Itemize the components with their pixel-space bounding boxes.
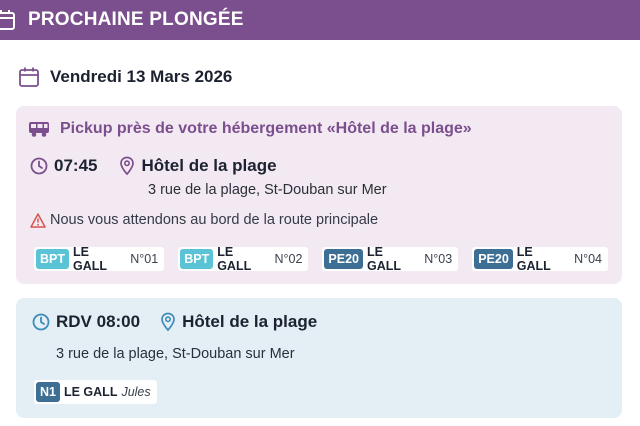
calendar-icon (19, 67, 39, 87)
diver-list: N1 LE GALL Jules (34, 380, 171, 404)
diver-chip[interactable]: PE20 LE GALL N°04 (472, 245, 608, 273)
rdv-time: RDV 08:00 (56, 312, 141, 331)
pickup-card: Pickup près de votre hébergement «Hôtel … (16, 106, 622, 284)
diver-list: BPT LE GALL N°01 BPT LE GALL N°02 PE20 L… (34, 245, 622, 273)
notice-text: Nous vous attendons au bord de la route … (50, 212, 379, 228)
rdv-card: RDV 08:00 Hôtel de la plage 3 rue de la … (16, 298, 622, 418)
rdv-place: Hôtel de la plage (182, 312, 318, 331)
level-badge: N1 (36, 382, 60, 402)
diver-number: N°04 (574, 252, 602, 266)
diver-number: N°01 (130, 252, 159, 266)
diver-number: N°03 (424, 252, 453, 266)
level-badge: PE20 (324, 249, 363, 269)
rdv-time-row: RDV 08:00 Hôtel de la plage (32, 312, 317, 332)
location-pin-icon (120, 156, 135, 176)
calendar-icon (0, 10, 15, 30)
level-badge: PE20 (474, 249, 513, 269)
warning-icon (30, 212, 46, 228)
pickup-title-text: Pickup près de votre hébergement «Hôtel … (60, 120, 472, 137)
pickup-title: Pickup près de votre hébergement «Hôtel … (28, 120, 472, 138)
level-badge: BPT (36, 249, 69, 269)
diver-number: N°02 (274, 252, 303, 266)
pickup-notice: Nous vous attendons au bord de la route … (30, 212, 378, 228)
bus-icon (29, 122, 49, 137)
section-header: PROCHAINE PLONGÉE (0, 0, 640, 40)
diver-name: LE GALL (63, 385, 118, 399)
rdv-address: 3 rue de la plage, St-Douban sur Mer (56, 346, 295, 362)
section-title: PROCHAINE PLONGÉE (28, 9, 244, 30)
level-badge: BPT (180, 249, 214, 269)
pickup-place: Hôtel de la plage (141, 156, 277, 175)
clock-icon (30, 157, 48, 175)
diver-first-name: Jules (121, 385, 151, 399)
diver-chip[interactable]: PE20 LE GALL N°03 (322, 245, 459, 273)
pickup-time: 07:45 (54, 156, 98, 175)
diver-chip[interactable]: BPT LE GALL N°01 (34, 245, 165, 273)
clock-icon (32, 313, 50, 331)
pickup-address: 3 rue de la plage, St-Douban sur Mer (148, 182, 387, 198)
diver-name: LE GALL (516, 245, 551, 273)
diver-chip[interactable]: BPT LE GALL N°02 (178, 245, 309, 273)
location-pin-icon (161, 312, 175, 332)
diver-chip[interactable]: N1 LE GALL Jules (34, 380, 157, 404)
pickup-time-row: 07:45 Hôtel de la plage (30, 156, 277, 176)
diver-name: LE GALL (73, 245, 108, 273)
dive-date: Vendredi 13 Mars 2026 (18, 66, 232, 88)
diver-name: LE GALL (217, 245, 252, 273)
date-label: Vendredi 13 Mars 2026 (50, 67, 233, 86)
diver-name: LE GALL (367, 245, 402, 273)
